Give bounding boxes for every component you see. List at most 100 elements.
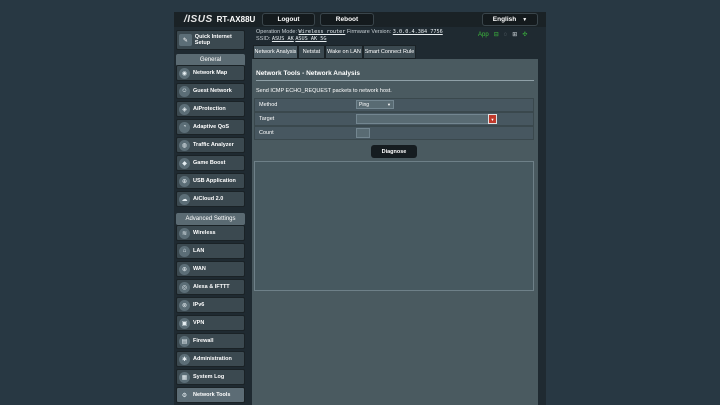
firmware-label: Firmware Version:: [346, 29, 392, 35]
sidebar-item-label: AiCloud 2.0: [193, 196, 224, 202]
diagnose-button[interactable]: Diagnose: [371, 145, 417, 158]
diagnose-output-area[interactable]: [254, 161, 534, 291]
sidebar-item-lan[interactable]: ⌂ LAN: [176, 243, 245, 259]
firmware-link[interactable]: 3.0.0.4.384_7756: [393, 29, 443, 35]
chevron-down-icon: ▼: [522, 16, 528, 23]
chevron-down-icon: ▼: [387, 102, 391, 107]
language-select[interactable]: English ▼: [482, 13, 538, 26]
alexa-icon: ◎: [179, 281, 190, 293]
tab-network-analysis[interactable]: Network Analysis: [253, 45, 298, 59]
sidebar-item-wireless[interactable]: ≋ Wireless: [176, 225, 245, 241]
op-mode-label: Operation Mode:: [256, 29, 297, 35]
operation-info: Operation Mode: Wireless router Firmware…: [256, 29, 443, 35]
globe-icon[interactable]: ◌: [504, 32, 508, 38]
method-select[interactable]: Ping ▼: [356, 100, 394, 109]
sidebar-item-aiprotection[interactable]: ◈ AiProtection: [176, 101, 245, 117]
network-map-icon: ◉: [179, 67, 190, 79]
target-input[interactable]: [356, 114, 496, 124]
sidebar-item-label: IPv6: [193, 302, 205, 308]
system-log-icon: ▦: [179, 371, 190, 383]
gamepad-icon: ◆: [179, 157, 190, 169]
aiprotection-icon: ◈: [179, 103, 190, 115]
sidebar-item-label: Firewall: [193, 338, 214, 344]
usb-icon: ⊕: [179, 175, 190, 187]
wizard-icon: ✎: [179, 34, 192, 46]
sidebar-item-label: WAN: [193, 266, 206, 272]
asus-logo: /ISUS: [184, 14, 213, 25]
sidebar-item-firewall[interactable]: ▤ Firewall: [176, 333, 245, 349]
reboot-button[interactable]: Reboot: [320, 13, 374, 26]
cloud-icon: ☁: [179, 193, 190, 205]
sidebar-item-label: Administration: [193, 356, 232, 362]
sidebar-item-label: Network Map: [193, 70, 228, 76]
sidebar-item-traffic-analyzer[interactable]: ◍ Traffic Analyzer: [176, 137, 245, 153]
lan-icon: ⌂: [179, 245, 190, 257]
sidebar-item-label: Quick Internet Setup: [194, 34, 232, 46]
guest-network-icon: ☺: [179, 85, 190, 97]
ipv6-icon: ⊗: [179, 299, 190, 311]
ssid-info: SSID: ASUS_AK ASUS_AK_5G: [256, 36, 327, 42]
tab-wake-on-lan[interactable]: Wake on LAN: [325, 45, 363, 59]
sidebar-item-label: USB Application: [193, 178, 236, 184]
network-status-icon[interactable]: ✣: [522, 31, 527, 38]
sidebar-item-label: System Log: [193, 374, 225, 380]
tab-netstat[interactable]: Netstat: [298, 45, 325, 59]
vpn-icon: ▣: [179, 317, 190, 329]
brand: /ISUS RT-AX88U: [184, 12, 255, 27]
sidebar-item-aicloud-2-0[interactable]: ☁ AiCloud 2.0: [176, 191, 245, 207]
method-label: Method: [259, 102, 278, 108]
tab-smart-connect-rule[interactable]: Smart Connect Rule: [363, 45, 416, 59]
logout-button[interactable]: Logout: [262, 13, 315, 26]
status-icons: App ⊟ ◌ ⊞ ✣: [478, 31, 527, 39]
administration-icon: ✱: [179, 353, 190, 365]
op-mode-link[interactable]: Wireless router: [299, 29, 346, 35]
count-label: Count: [259, 130, 274, 136]
sidebar-item-usb-application[interactable]: ⊕ USB Application: [176, 173, 245, 189]
wan-icon: ⊕: [179, 263, 190, 275]
title-divider: [256, 80, 534, 81]
app-label[interactable]: App: [478, 32, 489, 38]
sidebar-advanced-header: Advanced Settings: [176, 213, 245, 225]
sidebar-item-label: Alexa & IFTTT: [193, 284, 230, 290]
ssid-2g-link[interactable]: ASUS_AK: [272, 36, 294, 42]
sidebar-item-label: LAN: [193, 248, 205, 254]
sidebar-item-alexa-ifttt[interactable]: ◎ Alexa & IFTTT: [176, 279, 245, 295]
wireless-icon: ≋: [179, 227, 190, 239]
router-icon[interactable]: ⊟: [494, 31, 499, 38]
sidebar-item-network-map[interactable]: ◉ Network Map: [176, 65, 245, 81]
sidebar-item-label: AiProtection: [193, 106, 226, 112]
method-value: Ping: [359, 101, 370, 108]
sidebar-item-label: Game Boost: [193, 160, 226, 166]
sidebar-item-system-log[interactable]: ▦ System Log: [176, 369, 245, 385]
ssid-5g-link[interactable]: ASUS_AK_5G: [295, 36, 326, 42]
firewall-icon: ▤: [179, 335, 190, 347]
sidebar-quick-internet-setup[interactable]: ✎ Quick Internet Setup: [176, 30, 245, 50]
count-input[interactable]: [356, 128, 370, 138]
sidebar-item-label: VPN: [193, 320, 205, 326]
sidebar-item-label: Adaptive QoS: [193, 124, 230, 130]
sidebar-item-wan[interactable]: ⊕ WAN: [176, 261, 245, 277]
traffic-analyzer-icon: ◍: [179, 139, 190, 151]
page-description: Send ICMP ECHO_REQUEST packets to networ…: [256, 88, 392, 94]
target-dropdown-button[interactable]: ▼: [488, 114, 497, 124]
model-name: RT-AX88U: [216, 15, 256, 24]
sidebar-item-game-boost[interactable]: ◆ Game Boost: [176, 155, 245, 171]
language-value: English: [492, 16, 517, 23]
method-row: Method: [254, 98, 534, 112]
qos-icon: ◔: [179, 121, 190, 133]
sidebar-item-vpn[interactable]: ▣ VPN: [176, 315, 245, 331]
sidebar-item-administration[interactable]: ✱ Administration: [176, 351, 245, 367]
count-row: Count: [254, 126, 534, 140]
sidebar-item-adaptive-qos[interactable]: ◔ Adaptive QoS: [176, 119, 245, 135]
chevron-down-icon: ▼: [490, 116, 495, 122]
sidebar-item-label: Traffic Analyzer: [193, 142, 234, 148]
target-label: Target: [259, 116, 275, 122]
sidebar-item-ipv6[interactable]: ⊗ IPv6: [176, 297, 245, 313]
sidebar-item-network-tools[interactable]: ⚙ Network Tools: [176, 387, 245, 403]
page-title: Network Tools - Network Analysis: [256, 70, 361, 77]
network-tools-icon: ⚙: [179, 389, 190, 401]
sidebar-item-guest-network[interactable]: ☺ Guest Network: [176, 83, 245, 99]
sidebar-item-label: Guest Network: [193, 88, 232, 94]
sidebar-item-label: Wireless: [193, 230, 216, 236]
usb-status-icon[interactable]: ⊞: [512, 31, 517, 38]
